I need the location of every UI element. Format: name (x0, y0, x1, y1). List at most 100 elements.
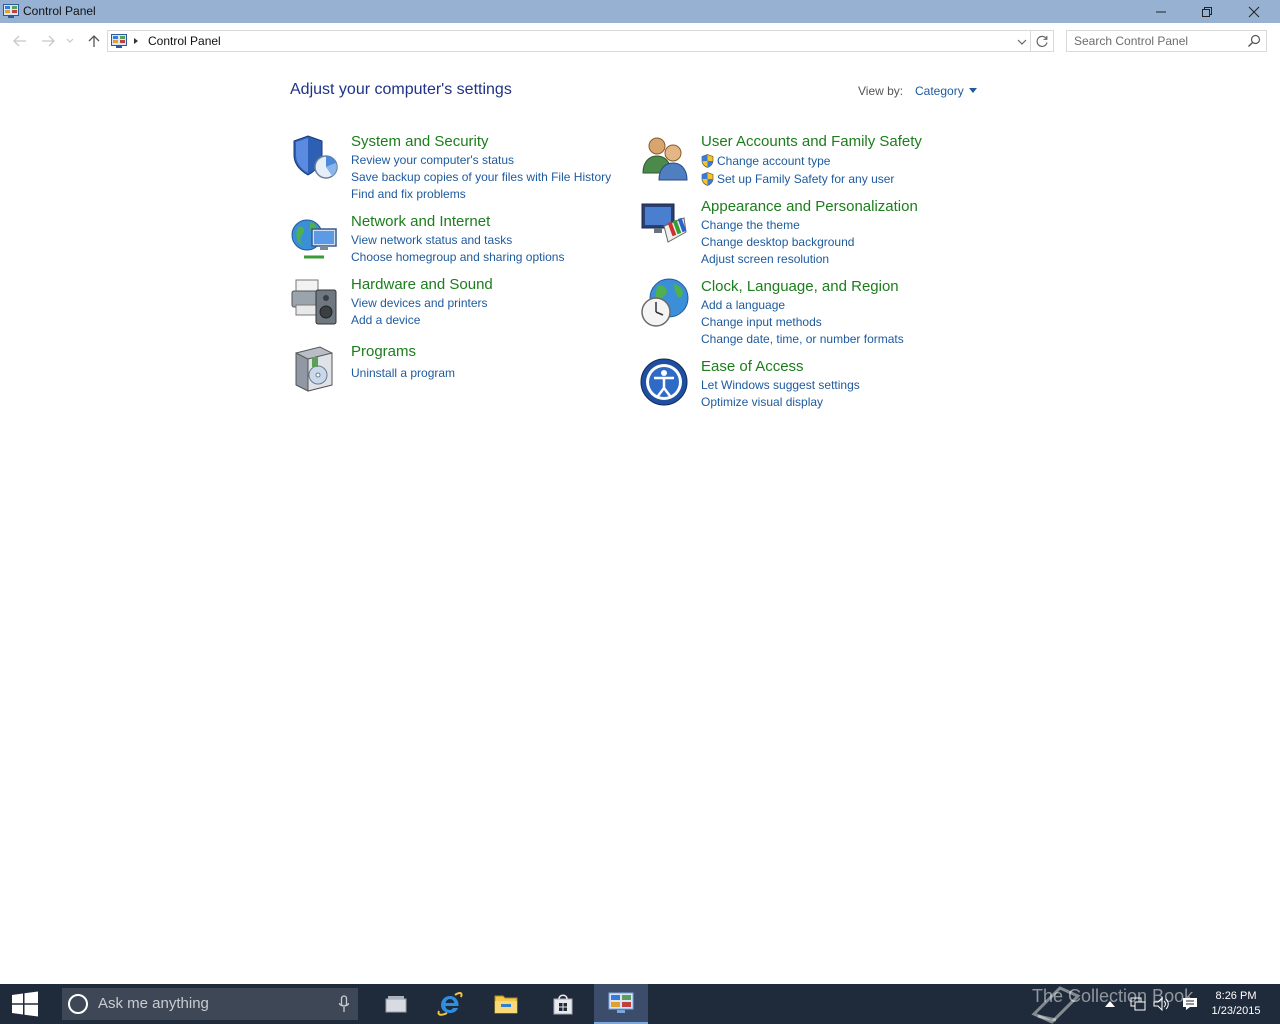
category-title[interactable]: Programs (351, 343, 416, 360)
cortana-placeholder: Ask me anything (98, 995, 209, 1012)
view-by-dropdown[interactable]: Category (915, 84, 977, 98)
breadcrumb-separator-icon[interactable] (133, 34, 139, 48)
link-change-account-type[interactable]: Change account type (701, 152, 894, 170)
clock[interactable]: 8:26 PM 1/23/2015 (1200, 989, 1272, 1019)
link-network-status[interactable]: View network status and tasks (351, 232, 564, 249)
action-center-button[interactable] (1180, 994, 1200, 1014)
category-links: View devices and printers Add a device (351, 295, 488, 329)
address-bar[interactable]: Control Panel (107, 30, 1054, 52)
clock-globe-icon[interactable] (640, 278, 690, 328)
store-button[interactable] (536, 984, 590, 1024)
forward-button[interactable] (38, 31, 58, 51)
link-change-theme[interactable]: Change the theme (701, 217, 854, 234)
category-links: Add a language Change input methods Chan… (701, 297, 904, 348)
view-by-value[interactable]: Category (915, 84, 964, 98)
link-file-history[interactable]: Save backup copies of your files with Fi… (351, 169, 611, 186)
programs-box-icon[interactable] (290, 343, 340, 393)
network-tray-button[interactable] (1128, 994, 1148, 1014)
link-add-device[interactable]: Add a device (351, 312, 488, 329)
printer-speaker-icon[interactable] (290, 276, 340, 326)
file-explorer-button[interactable] (479, 984, 533, 1024)
link-uninstall-program[interactable]: Uninstall a program (351, 365, 455, 382)
restore-icon (1202, 6, 1212, 17)
link-label[interactable]: Set up Family Safety for any user (717, 172, 894, 186)
back-arrow-icon (13, 35, 26, 47)
uac-shield-icon (701, 154, 714, 168)
refresh-icon (1036, 35, 1048, 47)
link-optimize-visual[interactable]: Optimize visual display (701, 394, 860, 411)
start-button[interactable] (0, 984, 50, 1024)
forward-arrow-icon (42, 35, 55, 47)
link-add-language[interactable]: Add a language (701, 297, 904, 314)
chevron-down-icon (66, 38, 74, 43)
category-title[interactable]: Appearance and Personalization (701, 198, 918, 215)
link-screen-resolution[interactable]: Adjust screen resolution (701, 251, 854, 268)
link-review-status[interactable]: Review your computer's status (351, 152, 611, 169)
control-panel-taskbar-button[interactable] (594, 984, 648, 1024)
control-panel-icon (3, 4, 19, 18)
link-desktop-background[interactable]: Change desktop background (701, 234, 854, 251)
category-title[interactable]: Network and Internet (351, 213, 490, 230)
internet-explorer-button[interactable] (423, 984, 477, 1024)
link-homegroup[interactable]: Choose homegroup and sharing options (351, 249, 564, 266)
uac-shield-icon (701, 172, 714, 186)
link-label[interactable]: Change account type (717, 154, 830, 168)
category-links: Review your computer's status Save backu… (351, 152, 611, 203)
caret-down-icon[interactable] (968, 88, 977, 93)
close-icon (1248, 6, 1260, 17)
category-links: Uninstall a program (351, 365, 455, 382)
page-title: Adjust your computer's settings (290, 81, 512, 98)
store-bag-icon (553, 994, 573, 1015)
minimize-button[interactable] (1138, 0, 1184, 23)
category-title[interactable]: Clock, Language, and Region (701, 278, 899, 295)
volume-tray-button[interactable] (1152, 994, 1172, 1014)
show-hidden-icons-button[interactable] (1100, 994, 1120, 1014)
internet-explorer-icon (437, 991, 463, 1016)
shield-icon[interactable] (290, 133, 340, 183)
search-box[interactable] (1066, 30, 1267, 52)
task-view-button[interactable] (369, 984, 423, 1024)
control-panel-icon (608, 992, 634, 1013)
category-title[interactable]: User Accounts and Family Safety (701, 133, 922, 150)
search-input[interactable] (1068, 32, 1240, 50)
back-button[interactable] (10, 31, 30, 51)
link-date-time-formats[interactable]: Change date, time, or number formats (701, 331, 904, 348)
breadcrumb-control-panel[interactable]: Control Panel (148, 34, 221, 48)
notifications-icon (1183, 998, 1197, 1010)
recent-locations-button[interactable] (62, 31, 78, 51)
network-icon (1130, 997, 1146, 1011)
category-title[interactable]: Ease of Access (701, 358, 804, 375)
monitor-palette-icon[interactable] (640, 198, 690, 248)
refresh-button[interactable] (1030, 31, 1054, 51)
users-icon[interactable] (640, 133, 690, 183)
search-icon[interactable] (1247, 34, 1261, 48)
minimize-icon (1156, 11, 1166, 12)
up-arrow-icon (88, 35, 100, 47)
view-by-label: View by: (858, 84, 904, 98)
link-suggest-settings[interactable]: Let Windows suggest settings (701, 377, 860, 394)
speaker-icon (1153, 997, 1169, 1011)
address-dropdown-icon[interactable] (1014, 34, 1030, 50)
link-input-methods[interactable]: Change input methods (701, 314, 904, 331)
restore-button[interactable] (1184, 0, 1230, 23)
link-find-fix-problems[interactable]: Find and fix problems (351, 186, 611, 203)
cortana-icon (68, 994, 88, 1014)
category-links: Let Windows suggest settings Optimize vi… (701, 377, 860, 411)
control-panel-icon (111, 34, 127, 48)
category-title[interactable]: System and Security (351, 133, 489, 150)
ease-of-access-icon[interactable] (640, 358, 690, 408)
link-devices-printers[interactable]: View devices and printers (351, 295, 488, 312)
clock-time: 8:26 PM (1215, 990, 1257, 1002)
close-button[interactable] (1231, 0, 1277, 23)
microphone-icon[interactable] (338, 995, 350, 1013)
link-family-safety[interactable]: Set up Family Safety for any user (701, 170, 894, 188)
title-bar: Control Panel (0, 0, 1280, 23)
network-globe-icon[interactable] (290, 213, 340, 263)
category-title[interactable]: Hardware and Sound (351, 276, 493, 293)
clock-date: 1/23/2015 (1211, 1005, 1261, 1017)
windows-logo-icon (12, 991, 38, 1017)
cortana-search-box[interactable]: Ask me anything (62, 988, 358, 1020)
up-button[interactable] (84, 31, 104, 51)
taskbar: Ask me anything The Collection Book 8:26… (0, 984, 1280, 1024)
window-title: Control Panel (23, 4, 96, 18)
